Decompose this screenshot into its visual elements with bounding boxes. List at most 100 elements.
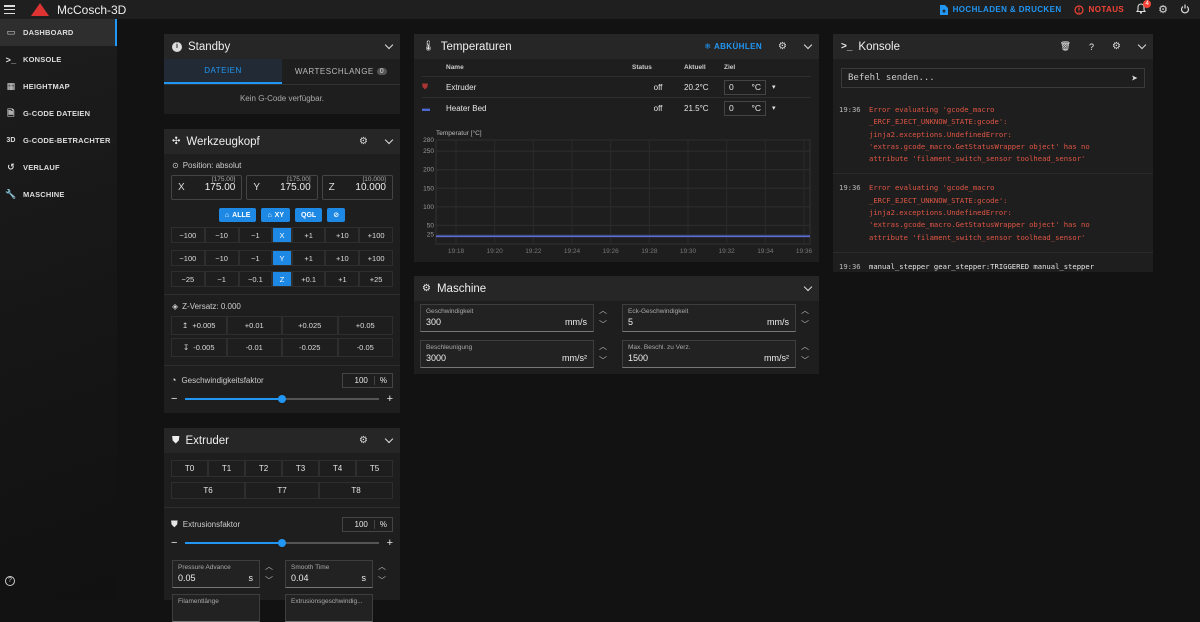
dropdown-arrow-icon[interactable]: ▾ [772,83,776,91]
qgl-button[interactable]: QGL [295,208,323,222]
jog-y-button[interactable]: −10 [204,250,239,266]
settings-button[interactable]: ⚙ [1158,3,1168,16]
jog-z-button[interactable]: −1 [204,271,239,287]
stepper-down-icon[interactable]: ﹀ [377,576,387,586]
accel-to-decel-field[interactable]: Max. Beschl. zu Verz. 1500 mm/s² [622,340,796,368]
notifications-button[interactable]: 4 [1136,0,1152,16]
stepper-down-icon[interactable]: ﹀ [800,320,810,330]
home-z-button[interactable]: Z [272,271,292,287]
home-x-button[interactable]: X [272,227,292,243]
jog-x-button[interactable]: +10 [325,227,360,243]
send-icon[interactable]: ➤ [1131,72,1138,85]
home-y-button[interactable]: Y [272,250,292,266]
jog-z-button[interactable]: +0.1 [291,271,326,287]
tool-button[interactable]: T3 [282,460,319,477]
help-icon[interactable]: ? [5,576,15,586]
increase-button[interactable]: + [387,537,393,549]
z-offset-up-button[interactable]: ↥ +0.005 [171,316,227,335]
target-temp-input[interactable]: 0 °C [724,79,766,95]
z-offset-up-button[interactable]: +0.01 [226,316,282,335]
nav-gcode-files[interactable]: 🗎 G-CODE DATEIEN [0,100,117,127]
extrusion-speed-field[interactable]: Extrusionsgeschwindig... [285,594,373,622]
stepper-down-icon[interactable]: ﹀ [598,356,608,366]
jog-z-button[interactable]: +25 [359,271,393,287]
help-icon[interactable]: ? [1089,42,1094,52]
menu-icon[interactable] [4,5,15,14]
z-offset-up-button[interactable]: +0.025 [282,316,338,335]
target-temp-input[interactable]: 0 °C [724,100,766,116]
speed-factor-input[interactable]: 100% [341,372,393,388]
jog-z-button[interactable]: +1 [325,271,360,287]
collapse-chevron-icon[interactable] [384,434,394,444]
collapse-chevron-icon[interactable] [803,282,813,292]
decrease-button[interactable]: − [171,537,177,549]
jog-x-button[interactable]: +100 [359,227,393,243]
nav-console[interactable]: >_ KONSOLE [0,46,117,73]
x-position-field[interactable]: X [175.00] 175.00 [171,175,243,200]
extrusion-factor-slider[interactable] [185,539,379,547]
z-offset-down-button[interactable]: -0.025 [282,338,338,357]
filament-length-field[interactable]: Filamentlänge [172,594,260,622]
jog-z-button[interactable]: −25 [171,271,205,287]
pressure-advance-field[interactable]: Pressure Advance 0.05 s [172,560,260,588]
jog-y-button[interactable]: −1 [238,250,273,266]
cooldown-button[interactable]: ❄ ABKÜHLEN [705,42,763,51]
trash-icon[interactable]: 🗑 [1060,41,1071,52]
tool-button[interactable]: T8 [319,482,393,499]
nav-history[interactable]: ↺ VERLAUF [0,154,117,181]
collapse-chevron-icon[interactable] [384,40,394,50]
stepper-down-icon[interactable]: ﹀ [598,320,608,330]
home-xy-button[interactable]: ⌂ XY [261,208,291,222]
console-command-input[interactable]: Befehl senden... ➤ [841,68,1145,88]
jog-x-button[interactable]: −10 [204,227,239,243]
upload-print-button[interactable]: HOCHLADEN & DRUCKEN [939,4,1062,15]
tool-button[interactable]: T5 [356,460,393,477]
acceleration-field[interactable]: Beschleunigung 3000 mm/s² [420,340,594,368]
motors-off-button[interactable]: ⊘ [327,208,346,222]
nav-machine[interactable]: 🔧 MASCHINE [0,181,117,208]
jog-y-button[interactable]: −100 [171,250,205,266]
collapse-chevron-icon[interactable] [803,40,813,50]
z-position-field[interactable]: Z [10.000] 10.000 [321,175,393,200]
slider-handle[interactable] [278,539,286,547]
y-position-field[interactable]: Y [175.00] 175.00 [246,175,318,200]
tab-files[interactable]: DATEIEN [164,59,282,84]
jog-z-button[interactable]: −0.1 [238,271,273,287]
z-offset-down-button[interactable]: -0.05 [337,338,393,357]
nav-heightmap[interactable]: ▦ HEIGHTMAP [0,73,117,100]
tool-button[interactable]: T6 [171,482,245,499]
emergency-stop-button[interactable]: NOTAUS [1073,4,1125,15]
extrusion-factor-input[interactable]: 100% [341,516,393,532]
speed-factor-slider[interactable] [185,395,379,403]
z-offset-down-button[interactable]: ↧ -0.005 [171,338,227,357]
increase-button[interactable]: + [387,393,393,405]
dropdown-arrow-icon[interactable]: ▾ [772,104,776,112]
stepper-up-icon[interactable]: ︿ [377,562,387,572]
tab-queue[interactable]: WARTESCHLANGE 0 [282,59,400,84]
slider-handle[interactable] [278,395,286,403]
decrease-button[interactable]: − [171,393,177,405]
stepper-up-icon[interactable]: ︿ [264,562,274,572]
smooth-time-field[interactable]: Smooth Time 0.04 s [285,560,373,588]
square-corner-velocity-field[interactable]: Eck-Geschwindigkeit 5 mm/s [622,304,796,332]
jog-y-button[interactable]: +100 [359,250,393,266]
gear-icon[interactable]: ⚙ [778,41,787,52]
tool-button[interactable]: T1 [208,460,245,477]
tool-button[interactable]: T2 [245,460,282,477]
stepper-up-icon[interactable]: ︿ [598,306,608,316]
stepper-down-icon[interactable]: ﹀ [264,576,274,586]
nav-gcode-viewer[interactable]: 3D G-CODE-BETRACHTER [0,127,117,154]
gear-icon[interactable]: ⚙ [1112,41,1121,52]
jog-x-button[interactable]: −1 [238,227,273,243]
jog-y-button[interactable]: +1 [291,250,326,266]
z-offset-down-button[interactable]: -0.01 [226,338,282,357]
velocity-field[interactable]: Geschwindigkeit 300 mm/s [420,304,594,332]
z-offset-up-button[interactable]: +0.05 [337,316,393,335]
stepper-up-icon[interactable]: ︿ [800,342,810,352]
tool-button[interactable]: T0 [171,460,208,477]
gear-icon[interactable]: ⚙ [359,435,368,446]
home-all-button[interactable]: ⌂ ALLE [218,208,257,222]
jog-x-button[interactable]: +1 [291,227,326,243]
stepper-up-icon[interactable]: ︿ [800,306,810,316]
nav-dashboard[interactable]: ▭ DASHBOARD [0,19,117,46]
